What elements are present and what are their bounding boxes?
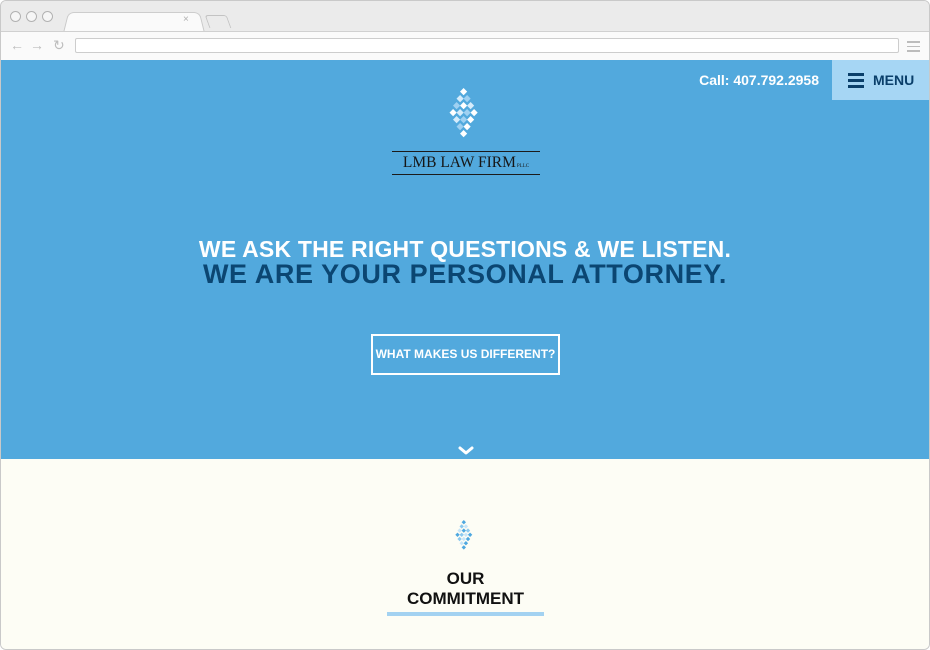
diamond-shape xyxy=(463,123,471,131)
new-tab-button[interactable] xyxy=(204,15,232,28)
diamond-shape xyxy=(463,109,471,117)
browser-toolbar: ← → ↻ xyxy=(1,31,929,61)
diamond-shape xyxy=(467,532,473,537)
logo-suffix: PLLC xyxy=(516,164,530,169)
diamond-shape xyxy=(465,536,471,542)
diamond-shape xyxy=(470,109,478,117)
diamond-shape xyxy=(467,116,475,124)
window-maximize-dot[interactable] xyxy=(42,11,53,22)
back-icon[interactable]: ← xyxy=(10,37,24,53)
diamond-shape xyxy=(453,102,461,110)
diamond-shape xyxy=(459,524,464,529)
logo-name: LMB LAW FIRM xyxy=(402,154,516,171)
diamond-shape xyxy=(457,528,462,533)
browser-window: × ← → ↻ Call: 407.792.2958 MENU LMB LAW … xyxy=(0,0,930,650)
reload-icon[interactable]: ↻ xyxy=(53,37,65,53)
diamond-shape xyxy=(453,116,461,124)
diamond-shape xyxy=(461,520,466,525)
phone-link[interactable]: Call: 407.792.2958 xyxy=(699,72,819,88)
forward-icon[interactable]: → xyxy=(30,37,44,53)
diamond-shape xyxy=(461,545,466,550)
diamond-shape xyxy=(463,95,471,103)
diamond-cluster-icon xyxy=(455,520,473,550)
what-makes-us-different-button[interactable]: WHAT MAKES US DIFFERENT? xyxy=(371,334,560,375)
address-bar[interactable] xyxy=(75,38,899,53)
diamond-shape xyxy=(463,541,469,546)
diamond-shape xyxy=(460,88,468,96)
section-title: OUR COMMITMENT xyxy=(387,569,544,616)
window-close-dot[interactable] xyxy=(10,11,21,22)
diamond-shape xyxy=(460,102,468,110)
hero-section: Call: 407.792.2958 MENU LMB LAW FIRMPLLC… xyxy=(1,60,929,459)
hamburger-icon xyxy=(848,73,864,91)
diamond-shape xyxy=(457,536,462,542)
menu-button[interactable]: MENU xyxy=(832,60,929,100)
diamond-shape xyxy=(459,541,464,546)
tab-close-icon[interactable]: × xyxy=(183,14,189,25)
diamond-shape xyxy=(463,524,469,529)
diamond-shape xyxy=(465,528,471,533)
diamond-shape xyxy=(455,532,460,537)
diamond-shape xyxy=(459,532,464,537)
browser-menu-icon[interactable] xyxy=(907,41,920,55)
menu-label: MENU xyxy=(873,72,915,88)
window-minimize-dot[interactable] xyxy=(26,11,37,22)
diamond-shape xyxy=(449,109,457,117)
diamond-shape xyxy=(456,95,464,103)
diamond-shape xyxy=(461,536,466,542)
browser-tab-bar: × xyxy=(1,1,929,33)
logo-wordmark[interactable]: LMB LAW FIRMPLLC xyxy=(392,151,540,175)
commitment-section: OUR COMMITMENT xyxy=(1,459,929,649)
diamond-shape xyxy=(460,130,468,138)
headline-secondary: WE ARE YOUR PERSONAL ATTORNEY. xyxy=(202,259,728,289)
diamond-shape xyxy=(461,528,466,533)
logo-diamond-icon[interactable] xyxy=(439,88,495,144)
chevron-down-icon[interactable] xyxy=(458,446,474,456)
diamond-shape xyxy=(463,532,469,537)
diamond-shape xyxy=(456,109,464,117)
diamond-shape xyxy=(456,123,464,131)
diamond-shape xyxy=(460,116,468,124)
diamond-shape xyxy=(467,102,475,110)
